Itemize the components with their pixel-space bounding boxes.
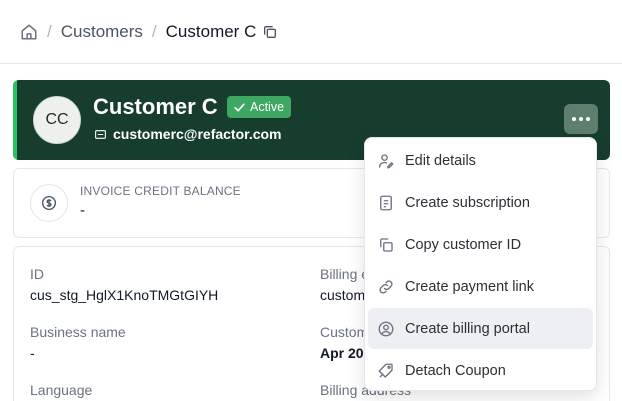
tag-remove-icon (377, 362, 395, 380)
menu-item-label: Copy customer ID (405, 236, 522, 253)
menu-item-label: Create payment link (405, 278, 534, 295)
customer-name: Customer C (93, 94, 218, 119)
actions-menu: Edit details Create subscription Copy cu… (364, 137, 597, 391)
menu-item-create-billing-portal[interactable]: Create billing portal (368, 308, 593, 349)
check-icon (234, 102, 245, 112)
copy-icon (377, 236, 395, 254)
link-icon (377, 278, 395, 296)
breadcrumb-current: Customer C (165, 21, 257, 41)
status-badge: Active (227, 96, 292, 118)
more-actions-button[interactable] (564, 104, 598, 134)
mail-icon (95, 129, 106, 139)
header-accent-bar (13, 80, 17, 160)
id-label: ID (30, 266, 44, 282)
id-value: cus_stg_HglX1KnoTMGtGIYH (30, 287, 219, 303)
dot (586, 117, 590, 121)
home-icon[interactable] (20, 23, 38, 41)
menu-item-label: Create subscription (405, 194, 530, 211)
menu-item-edit-details[interactable]: Edit details (368, 140, 593, 181)
breadcrumb: / Customers / Customer C (0, 0, 622, 64)
user-edit-icon (377, 152, 395, 170)
credit-balance-value: - (80, 202, 85, 219)
menu-item-create-subscription[interactable]: Create subscription (368, 182, 593, 223)
user-circle-icon (377, 320, 395, 338)
menu-item-label: Edit details (405, 152, 476, 169)
menu-item-label: Create billing portal (405, 320, 530, 337)
menu-item-detach-coupon[interactable]: Detach Coupon (368, 350, 593, 391)
menu-item-label: Detach Coupon (405, 362, 506, 379)
menu-item-create-payment-link[interactable]: Create payment link (368, 266, 593, 307)
customer-since-label: Custom (320, 324, 369, 340)
subscription-doc-icon (377, 194, 395, 212)
language-label: Language (30, 382, 93, 398)
dot (572, 117, 576, 121)
billing-email-label: Billing e (320, 266, 370, 282)
billing-email-value: custom (320, 287, 366, 303)
menu-item-copy-customer-id[interactable]: Copy customer ID (368, 224, 593, 265)
credit-coin-icon (30, 184, 68, 222)
breadcrumb-separator: / (47, 21, 52, 41)
avatar: CC (33, 96, 81, 144)
business-name-value: - (30, 345, 35, 361)
customer-since-value: Apr 20 (320, 345, 364, 361)
breadcrumb-customers-link[interactable]: Customers (61, 22, 143, 42)
dot (579, 117, 583, 121)
customer-email: customerc@refactor.com (113, 126, 282, 142)
status-label: Active (250, 100, 285, 114)
breadcrumb-separator: / (151, 21, 157, 41)
customer-email-row: customerc@refactor.com (94, 126, 282, 142)
business-name-label: Business name (30, 324, 126, 340)
copy-icon[interactable] (262, 24, 278, 40)
credit-balance-label: INVOICE CREDIT BALANCE (80, 184, 241, 198)
